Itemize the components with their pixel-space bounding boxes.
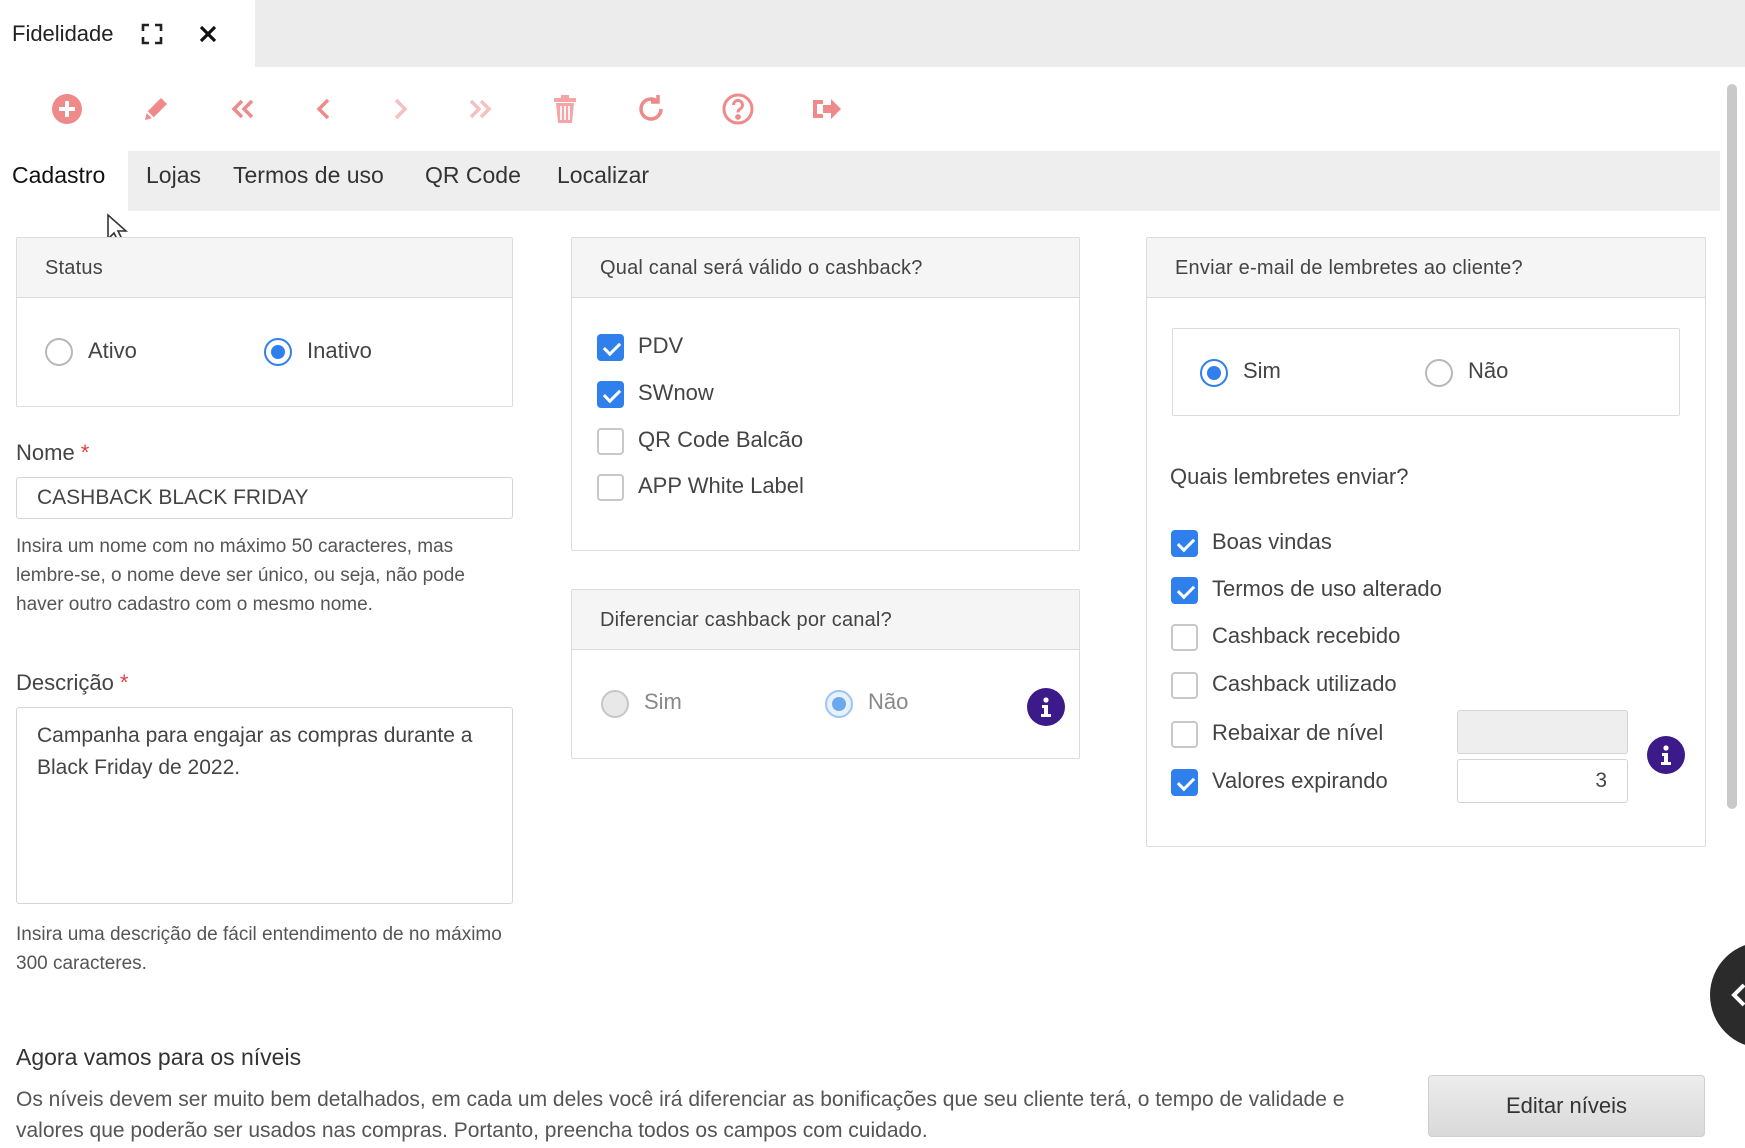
- descricao-textarea[interactable]: Campanha para engajar as compras durante…: [16, 707, 513, 904]
- lembrete-cashback-utilizado-label: Cashback utilizado: [1212, 671, 1397, 696]
- window-tab-bar: Fidelidade: [0, 0, 1745, 67]
- chevron-left-icon: [316, 98, 330, 120]
- refresh-button[interactable]: [629, 87, 673, 131]
- chevron-left-icon: [1731, 983, 1745, 1007]
- diferenciar-sim-radio[interactable]: [601, 690, 629, 718]
- delete-button[interactable]: [543, 87, 587, 131]
- form-tabs: Cadastro Lojas Termos de uso QR Code Loc…: [0, 151, 1720, 211]
- last-record-button[interactable]: [458, 87, 502, 131]
- canal-swnow-label: SWnow: [638, 380, 714, 405]
- diferenciar-info-button[interactable]: [1027, 688, 1065, 726]
- email-nao-label: Não: [1468, 358, 1509, 383]
- niveis-description: Os níveis devem ser muito bem detalhados…: [16, 1088, 1345, 1142]
- double-chevron-left-icon: [231, 99, 254, 119]
- toolbar: [0, 67, 1745, 151]
- next-record-button[interactable]: [378, 87, 422, 131]
- descricao-help-text: Insira uma descrição de fácil entendimen…: [16, 924, 502, 974]
- canal-app-white-label-label: APP White Label: [638, 473, 804, 498]
- lembrete-cashback-recebido-checkbox[interactable]: [1171, 624, 1198, 651]
- tab-termos-de-uso[interactable]: Termos de uso: [221, 151, 396, 211]
- close-icon[interactable]: [194, 20, 222, 48]
- status-inativo-radio[interactable]: [264, 338, 292, 366]
- descricao-required-mark: *: [119, 670, 129, 695]
- email-panel: Enviar e-mail de lembretes ao cliente? S…: [1146, 237, 1706, 847]
- lembretes-info-button[interactable]: [1647, 736, 1685, 774]
- lembrete-cashback-utilizado-checkbox[interactable]: [1171, 672, 1198, 699]
- lembrete-boas-vindas-checkbox[interactable]: [1171, 530, 1198, 557]
- niveis-title: Agora vamos para os níveis: [16, 1044, 302, 1070]
- canal-qr-code-balcao-checkbox[interactable]: [597, 428, 624, 455]
- first-record-button[interactable]: [221, 87, 265, 131]
- info-icon: [1661, 745, 1671, 765]
- lembrete-boas-vindas-label: Boas vindas: [1212, 529, 1332, 554]
- status-panel: Status Ativo Inativo: [16, 237, 513, 407]
- status-inativo-label: Inativo: [307, 338, 372, 363]
- lembretes-title: Quais lembretes enviar?: [1170, 464, 1409, 489]
- expand-icon[interactable]: [138, 20, 166, 48]
- rebaixar-days-input[interactable]: [1457, 710, 1628, 754]
- canal-pdv-label: PDV: [638, 333, 684, 358]
- lembrete-cashback-recebido-label: Cashback recebido: [1212, 623, 1401, 648]
- lembrete-rebaixar-checkbox[interactable]: [1171, 721, 1198, 748]
- diferenciar-sim-label: Sim: [644, 689, 682, 714]
- info-icon: [1041, 697, 1051, 717]
- nome-input[interactable]: [16, 477, 513, 519]
- add-button[interactable]: [45, 87, 89, 131]
- refresh-icon: [639, 95, 663, 121]
- diferenciar-panel: Diferenciar cashback por canal? Sim Não: [571, 589, 1080, 759]
- lembrete-valores-expirando-label: Valores expirando: [1212, 768, 1388, 793]
- tab-qr-code[interactable]: QR Code: [413, 151, 533, 211]
- email-nao-radio[interactable]: [1425, 359, 1453, 387]
- question-circle-icon: [722, 93, 754, 125]
- status-ativo-radio[interactable]: [45, 338, 73, 366]
- document-tab-title: Fidelidade: [12, 20, 114, 46]
- trash-icon: [554, 95, 576, 123]
- nome-help-text: Insira um nome com no máximo 50 caracter…: [16, 536, 465, 615]
- tab-localizar[interactable]: Localizar: [545, 151, 661, 211]
- exit-button[interactable]: [804, 87, 848, 131]
- document-tab[interactable]: Fidelidade: [0, 0, 255, 67]
- canal-qr-code-balcao-label: QR Code Balcão: [638, 427, 804, 452]
- pencil-icon: [145, 98, 167, 120]
- edit-button[interactable]: [134, 87, 178, 131]
- nome-label: Nome *: [16, 440, 90, 465]
- canal-pdv-checkbox[interactable]: [597, 334, 624, 361]
- lembrete-valores-expirando-checkbox[interactable]: [1171, 769, 1198, 796]
- side-panel-toggle[interactable]: [1710, 942, 1745, 1048]
- diferenciar-nao-radio[interactable]: [825, 690, 853, 718]
- vertical-scrollbar[interactable]: [1727, 84, 1737, 809]
- tab-cadastro[interactable]: Cadastro: [0, 151, 128, 211]
- sign-out-icon: [813, 99, 841, 119]
- canal-panel-title: Qual canal será válido o cashback?: [572, 238, 1079, 298]
- status-ativo-label: Ativo: [88, 338, 137, 363]
- tab-lojas[interactable]: Lojas: [134, 151, 213, 211]
- email-panel-title: Enviar e-mail de lembretes ao cliente?: [1147, 238, 1705, 298]
- diferenciar-panel-title: Diferenciar cashback por canal?: [572, 590, 1079, 650]
- previous-record-button[interactable]: [302, 87, 346, 131]
- canal-app-white-label-checkbox[interactable]: [597, 474, 624, 501]
- descricao-label: Descrição *: [16, 670, 129, 695]
- plus-circle-icon: [52, 94, 82, 124]
- email-sim-radio[interactable]: [1200, 359, 1228, 387]
- canal-swnow-checkbox[interactable]: [597, 381, 624, 408]
- canal-panel: Qual canal será válido o cashback? PDV S…: [571, 237, 1080, 551]
- diferenciar-nao-label: Não: [868, 689, 909, 714]
- lembrete-termos-checkbox[interactable]: [1171, 577, 1198, 604]
- double-chevron-right-icon: [469, 99, 492, 119]
- editar-niveis-button[interactable]: Editar níveis: [1428, 1075, 1705, 1137]
- help-button[interactable]: [716, 87, 760, 131]
- email-option-box: Sim Não: [1172, 328, 1680, 416]
- lembrete-termos-label: Termos de uso alterado: [1212, 576, 1442, 601]
- email-sim-label: Sim: [1243, 358, 1281, 383]
- chevron-right-icon: [394, 98, 408, 120]
- status-panel-title: Status: [17, 238, 512, 298]
- nome-required-mark: *: [80, 440, 90, 465]
- valores-expirando-days-input[interactable]: [1457, 759, 1628, 803]
- lembrete-rebaixar-label: Rebaixar de nível: [1212, 720, 1384, 745]
